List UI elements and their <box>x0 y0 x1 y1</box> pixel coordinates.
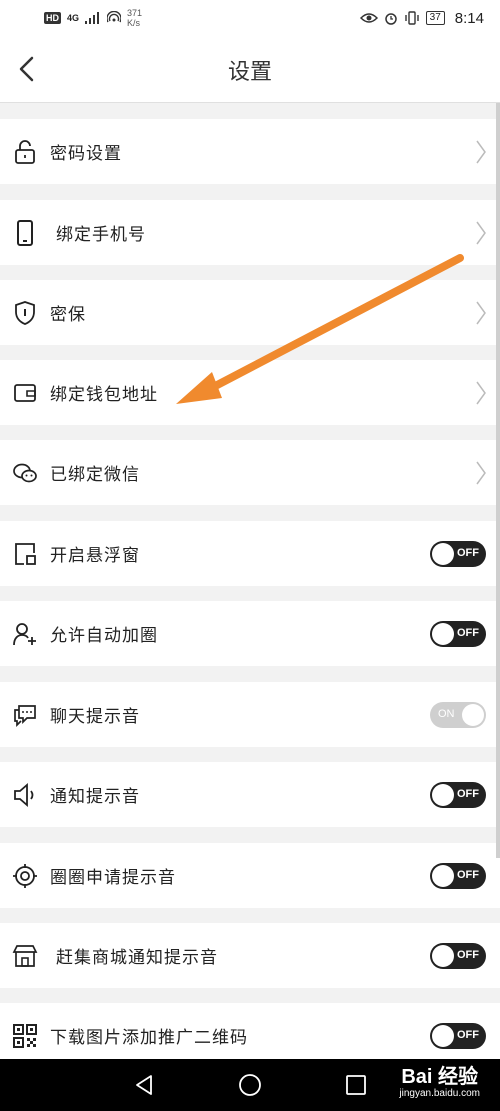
watermark-logo: Bai 经验 <box>401 1066 479 1088</box>
row-label: 圈圈申请提示音 <box>50 868 176 888</box>
toggle-state: OFF <box>457 787 479 800</box>
add-user-icon <box>13 622 36 645</box>
toggle-knob <box>462 703 484 726</box>
alarm-icon <box>384 13 397 25</box>
toggle-state: OFF <box>457 626 479 639</box>
row-chat-sound[interactable]: 聊天提示音 ON <box>0 682 500 747</box>
page-title: 设置 <box>227 60 272 85</box>
system-nav-bar: Bai 经验 jingyan.baidu.com <box>0 1059 500 1111</box>
status-bar: HD 4G 371 K/s 37 8:14 <box>0 0 500 36</box>
row-security-question[interactable]: 密保 <box>0 280 500 345</box>
wechat-icon <box>13 463 37 482</box>
signal-icon <box>85 12 100 24</box>
lock-icon <box>15 139 35 164</box>
row-circle-request-sound[interactable]: 圈圈申请提示音 OFF <box>0 843 500 908</box>
battery-indicator: 37 <box>425 11 445 25</box>
app-header: 设置 <box>0 36 500 103</box>
toggle-knob <box>432 864 454 887</box>
chevron-right-icon <box>476 461 486 484</box>
circle-request-sound-toggle[interactable]: OFF <box>430 862 486 889</box>
floating-window-icon <box>15 542 36 565</box>
watermark-url: jingyan.baidu.com <box>399 1088 480 1099</box>
scrollbar[interactable] <box>496 103 500 858</box>
row-label: 已绑定微信 <box>50 465 140 485</box>
qr-watermark-toggle[interactable]: OFF <box>430 1022 486 1049</box>
toggle-knob <box>432 1024 454 1047</box>
row-label: 赶集商城通知提示音 <box>56 948 218 968</box>
toggle-state: ON <box>438 707 455 720</box>
chevron-right-icon <box>476 140 486 163</box>
store-icon <box>12 944 38 967</box>
row-notification-sound[interactable]: 通知提示音 OFF <box>0 762 500 827</box>
hotspot-icon <box>107 11 122 23</box>
baidu-jingyan-watermark: Bai 经验 jingyan.baidu.com <box>399 1066 480 1099</box>
toggle-knob <box>432 944 454 967</box>
toggle-state: OFF <box>457 868 479 881</box>
row-label: 绑定手机号 <box>56 225 146 245</box>
toggle-knob <box>432 783 454 806</box>
speaker-icon <box>14 782 34 807</box>
vibrate-icon <box>404 11 419 25</box>
chevron-right-icon <box>476 221 486 244</box>
row-password-settings[interactable]: 密码设置 <box>0 119 500 184</box>
chevron-right-icon <box>476 381 486 404</box>
row-wechat-bound[interactable]: 已绑定微信 <box>0 440 500 505</box>
hd-badge: HD <box>44 12 61 24</box>
mall-notification-sound-toggle[interactable]: OFF <box>430 942 486 969</box>
wallet-icon <box>14 383 36 402</box>
phone-icon <box>17 219 33 246</box>
row-label: 通知提示音 <box>50 787 140 807</box>
row-mall-notification-sound[interactable]: 赶集商城通知提示音 OFF <box>0 923 500 988</box>
chat-icon <box>14 704 36 727</box>
toggle-knob <box>432 542 454 565</box>
nav-home-icon[interactable] <box>238 1073 262 1097</box>
toggle-state: OFF <box>457 1028 479 1041</box>
qr-code-icon <box>13 1023 37 1048</box>
row-label: 绑定钱包地址 <box>50 385 158 405</box>
target-icon <box>13 863 37 888</box>
notification-sound-toggle[interactable]: OFF <box>430 781 486 808</box>
nav-recents-icon[interactable] <box>344 1073 368 1097</box>
auto-join-circle-toggle[interactable]: OFF <box>430 620 486 647</box>
shield-icon <box>15 300 35 325</box>
row-label: 聊天提示音 <box>50 707 140 727</box>
chat-sound-toggle[interactable]: ON <box>430 701 486 728</box>
row-label: 允许自动加圈 <box>50 626 158 646</box>
floating-window-toggle[interactable]: OFF <box>430 540 486 567</box>
row-bind-wallet[interactable]: 绑定钱包地址 <box>0 360 500 425</box>
eye-icon <box>359 13 378 23</box>
network-type: 4G <box>67 13 80 23</box>
clock: 8:14 <box>454 9 484 27</box>
net-speed: 371 K/s <box>127 8 143 28</box>
row-label: 密码设置 <box>50 144 122 164</box>
chevron-right-icon <box>476 301 486 324</box>
row-label: 开启悬浮窗 <box>50 546 140 566</box>
row-floating-window[interactable]: 开启悬浮窗 OFF <box>0 521 500 586</box>
row-label: 密保 <box>50 305 86 325</box>
row-bind-phone[interactable]: 绑定手机号 <box>0 200 500 265</box>
toggle-state: OFF <box>457 546 479 559</box>
row-label: 下载图片添加推广二维码 <box>50 1028 248 1048</box>
toggle-knob <box>432 622 454 645</box>
nav-back-icon[interactable] <box>132 1073 156 1097</box>
row-auto-join-circle[interactable]: 允许自动加圈 OFF <box>0 601 500 666</box>
toggle-state: OFF <box>457 948 479 961</box>
